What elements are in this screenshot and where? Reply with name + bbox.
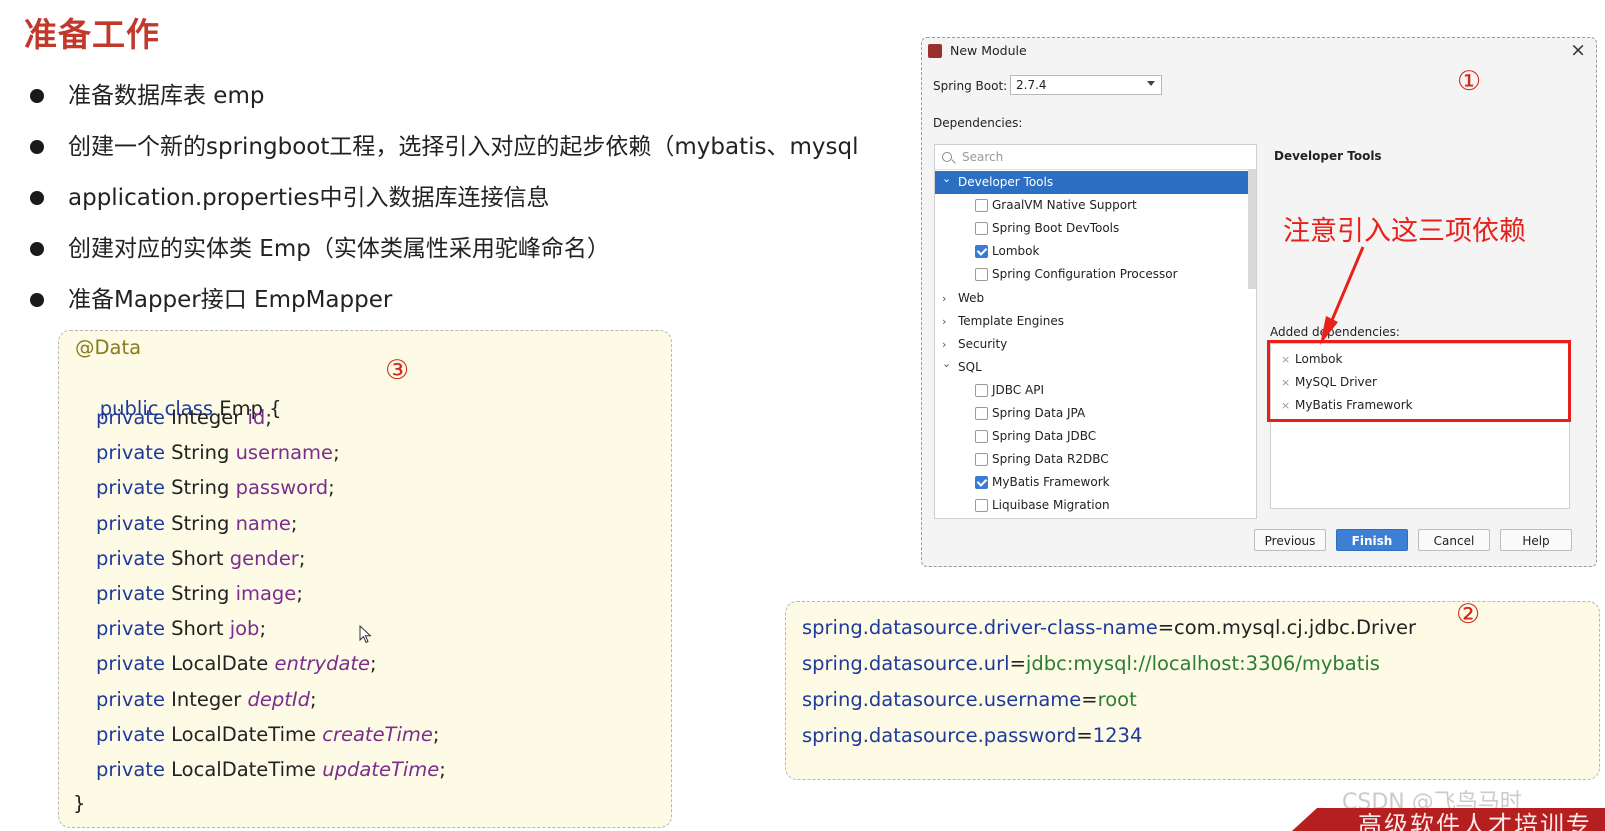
bullet-item: 创建对应的实体类 Emp（实体类属性采用驼峰命名） xyxy=(28,231,858,282)
dependency-checkbox[interactable] xyxy=(975,476,988,490)
tree-dependency-item[interactable]: Liquibase Migration xyxy=(935,494,1256,517)
bullet-dot xyxy=(30,140,44,154)
highlight-box xyxy=(1267,340,1571,422)
annotation-note: 注意引入这三项依赖 xyxy=(1283,216,1526,247)
dependencies-label: Dependencies: xyxy=(933,116,1023,130)
help-button[interactable]: Help xyxy=(1500,529,1572,551)
step-marker-2: ② xyxy=(1456,599,1481,630)
new-module-dialog: New Module × Spring Boot: 2.7.4 ① Depend… xyxy=(921,37,1597,567)
finish-button[interactable]: Finish xyxy=(1336,529,1408,551)
dependency-checkbox[interactable] xyxy=(975,199,988,213)
mouse-cursor-icon xyxy=(359,625,372,644)
tree-dependency-item[interactable]: Lombok xyxy=(935,240,1256,263)
tree-dependency-item[interactable]: Spring Data JPA xyxy=(935,402,1256,425)
code-field-line: private String name; xyxy=(96,511,298,535)
tree-dependency-item[interactable]: JDBC API xyxy=(935,379,1256,402)
tree-group-developer-tools[interactable]: ⌄ Developer Tools xyxy=(935,171,1256,194)
dependency-checkbox[interactable] xyxy=(975,453,988,467)
slide-title: 准备工作 xyxy=(24,15,160,54)
code-closing-brace: } xyxy=(73,792,86,815)
bullet-item: application.properties中引入数据库连接信息 xyxy=(28,180,858,231)
dependency-checkbox[interactable] xyxy=(975,407,988,420)
property-line: spring.datasource.username=root xyxy=(802,688,1137,711)
bullet-item: 准备Mapper接口 EmpMapper xyxy=(28,282,858,333)
chevron-down-icon xyxy=(1147,81,1155,86)
bullet-dot xyxy=(30,191,44,205)
dependency-checkbox[interactable] xyxy=(975,499,988,513)
previous-button[interactable]: Previous xyxy=(1254,529,1326,551)
chevron-right-icon[interactable]: › xyxy=(942,310,946,333)
step-marker-3: ③ xyxy=(385,355,410,386)
code-field-line: private String username; xyxy=(96,441,340,465)
bullet-item: 创建一个新的springboot工程，选择引入对应的起步依赖（mybatis、m… xyxy=(28,129,858,180)
bullet-dot xyxy=(30,89,44,103)
property-line: spring.datasource.driver-class-name=com.… xyxy=(802,616,1417,639)
code-field-line: private String password; xyxy=(96,476,335,500)
code-field-line: private Short job; xyxy=(96,617,267,641)
property-line: spring.datasource.url=jdbc:mysql://local… xyxy=(802,652,1380,675)
added-dependencies-label: Added dependencies: xyxy=(1270,325,1400,339)
tree-dependency-item[interactable]: Spring Data R2DBC xyxy=(935,448,1256,471)
bullet-dot xyxy=(30,293,44,307)
category-heading: Developer Tools xyxy=(1274,149,1382,163)
tree-dependency-item[interactable]: Spring Boot DevTools xyxy=(935,217,1256,240)
tree-dependency-item[interactable]: MyBatis Framework xyxy=(935,471,1256,494)
properties-code-block: ② spring.datasource.driver-class-name=co… xyxy=(785,599,1600,780)
code-field-line: private Integer id; xyxy=(96,406,272,429)
footer-banner: 高级软件人才培训专 xyxy=(1292,808,1605,831)
chevron-down-icon[interactable]: ⌄ xyxy=(942,167,951,190)
dependency-tree: Search ⌄ Developer Tools GraalVM Native Su… xyxy=(934,144,1257,519)
tree-dependency-item[interactable]: Spring Data JDBC xyxy=(935,425,1256,448)
code-field-line: private LocalDateTime updateTime; xyxy=(96,758,446,781)
chevron-right-icon[interactable]: › xyxy=(942,287,946,310)
tree-scrollbar[interactable] xyxy=(1248,169,1256,289)
dependency-search-input[interactable]: Search xyxy=(935,145,1256,170)
code-field-line: private String image; xyxy=(96,582,303,605)
entity-code-block: @Data public class Emp { ③ private Integ… xyxy=(58,330,672,828)
intellij-app-icon xyxy=(928,44,942,58)
tree-dependency-item[interactable]: Spring Configuration Processor xyxy=(935,263,1256,286)
property-line: spring.datasource.password=1234 xyxy=(802,724,1143,747)
dependency-checkbox[interactable] xyxy=(975,268,988,282)
search-icon xyxy=(942,152,952,162)
dependency-checkbox[interactable] xyxy=(975,430,988,444)
tree-dependency-item[interactable]: GraalVM Native Support xyxy=(935,194,1256,217)
code-field-line: private LocalDate entrydate; xyxy=(96,652,377,676)
springboot-version-label: Spring Boot: xyxy=(933,79,1008,93)
tree-group-template-engines[interactable]: › Template Engines xyxy=(935,310,1256,333)
code-field-line: private Integer deptId; xyxy=(96,687,317,711)
springboot-version-select[interactable]: 2.7.4 xyxy=(1010,75,1162,95)
dependency-checkbox[interactable] xyxy=(975,222,988,236)
chevron-down-icon[interactable]: ⌄ xyxy=(942,352,951,375)
bullet-list: 准备数据库表 emp 创建一个新的springboot工程，选择引入对应的起步依… xyxy=(28,78,858,333)
dependency-checkbox[interactable] xyxy=(975,245,988,259)
bullet-dot xyxy=(30,242,44,256)
close-icon[interactable]: × xyxy=(1570,39,1586,61)
step-marker-1: ① xyxy=(1457,66,1482,97)
dependency-checkbox[interactable] xyxy=(975,383,988,397)
tree-group-web[interactable]: › Web xyxy=(935,287,1256,310)
tree-group-security[interactable]: › Security xyxy=(935,333,1256,356)
code-field-line: private LocalDateTime createTime; xyxy=(96,722,440,746)
tree-group-sql[interactable]: ⌄ SQL xyxy=(935,356,1256,379)
code-annotation: @Data xyxy=(75,336,142,359)
bullet-item: 准备数据库表 emp xyxy=(28,78,858,129)
code-field-line: private Short gender; xyxy=(96,546,306,570)
dialog-title: New Module xyxy=(950,43,1027,58)
cancel-button[interactable]: Cancel xyxy=(1418,529,1490,551)
